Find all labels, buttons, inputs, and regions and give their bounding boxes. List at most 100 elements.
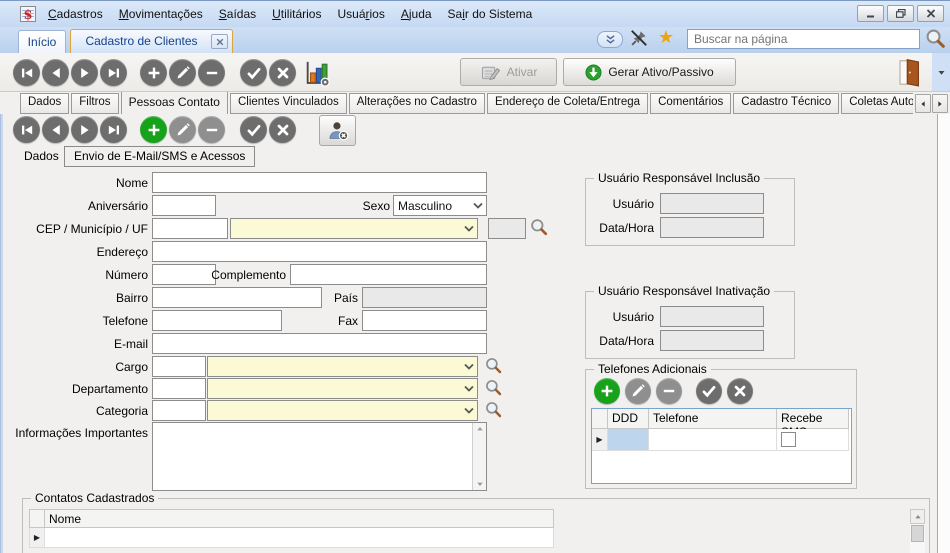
column-header-telefone[interactable]: Telefone	[649, 409, 777, 429]
fax-input[interactable]	[362, 310, 487, 331]
last-record-button[interactable]	[100, 59, 127, 86]
column-header-nome[interactable]: Nome	[45, 509, 554, 528]
phone-delete-button[interactable]	[656, 378, 682, 404]
menu-sair-do-sistema[interactable]: Sair do Sistema	[440, 7, 541, 21]
complemento-input[interactable]	[290, 264, 487, 285]
search-input[interactable]	[687, 29, 920, 49]
phone-add-button[interactable]	[594, 378, 620, 404]
contact-add-button[interactable]	[140, 116, 167, 143]
telefone-input[interactable]	[152, 310, 282, 331]
gerar-ativo-passivo-button[interactable]: Gerar Ativo/Passivo	[563, 58, 736, 86]
cell-ddd[interactable]	[608, 429, 649, 451]
inner-tab-envio-email-sms[interactable]: Envio de E-Mail/SMS e Acessos	[64, 146, 255, 167]
tab-inicio[interactable]: Início	[18, 30, 66, 53]
cancel-button[interactable]	[269, 59, 296, 86]
departamento-combo[interactable]	[207, 378, 478, 399]
toolbar-overflow-button[interactable]	[932, 53, 950, 91]
collapse-chevron-button[interactable]	[597, 31, 623, 48]
restore-button[interactable]	[887, 5, 914, 22]
departamento-code-input[interactable]	[152, 378, 206, 399]
lookup-magnifier-icon[interactable]	[529, 217, 549, 237]
add-record-button[interactable]	[140, 59, 167, 86]
tab-alteracoes-no-cadastro[interactable]: Alterações no Cadastro	[349, 93, 485, 114]
contact-delete-button[interactable]	[198, 116, 225, 143]
bairro-input[interactable]	[152, 287, 322, 308]
tab-coletas-automaticas[interactable]: Coletas Automáticas	[841, 93, 913, 114]
close-tab-icon[interactable]	[211, 34, 228, 49]
contact-last-button[interactable]	[100, 116, 127, 143]
contact-previous-button[interactable]	[42, 116, 69, 143]
menu-ajuda[interactable]: Ajuda	[393, 7, 440, 21]
unpin-icon[interactable]	[629, 28, 649, 48]
menu-movimentacoes[interactable]: Movimentações	[111, 7, 211, 21]
phone-confirm-button[interactable]	[696, 378, 722, 404]
phone-edit-button[interactable]	[625, 378, 651, 404]
column-header-ddd[interactable]: DDD	[608, 409, 649, 429]
contact-edit-button[interactable]	[169, 116, 196, 143]
categoria-combo[interactable]	[207, 400, 478, 421]
first-record-button[interactable]	[13, 59, 40, 86]
nome-input[interactable]	[152, 172, 487, 193]
tab-cadastro-de-clientes[interactable]: Cadastro de Clientes	[70, 29, 233, 53]
contact-cancel-button[interactable]	[269, 116, 296, 143]
close-button[interactable]	[917, 5, 944, 22]
phones-grid-row[interactable]: ▶	[592, 429, 851, 451]
cargo-code-input[interactable]	[152, 356, 206, 377]
dropdown-chevron-icon	[472, 200, 484, 215]
exit-door-icon[interactable]	[896, 58, 923, 87]
lookup-magnifier-icon[interactable]	[484, 356, 503, 375]
search-icon[interactable]	[924, 27, 947, 50]
inner-tab-dados[interactable]: Dados	[18, 147, 65, 167]
column-header-recebe-sms[interactable]: Recebe SMS	[777, 409, 849, 429]
contact-first-button[interactable]	[13, 116, 40, 143]
tab-comentarios[interactable]: Comentários	[650, 93, 731, 114]
contact-next-button[interactable]	[71, 116, 98, 143]
cell-telefone[interactable]	[649, 429, 777, 451]
endereco-input[interactable]	[152, 241, 487, 262]
contacts-grid-row[interactable]: ▶	[29, 528, 925, 548]
tab-pessoas-contato[interactable]: Pessoas Contato	[121, 92, 228, 114]
contacts-scrollbar[interactable]	[910, 509, 925, 553]
scroll-down-icon[interactable]	[476, 480, 484, 488]
tabstrip-scroll-left-button[interactable]	[915, 94, 931, 113]
tab-clientes-vinculados[interactable]: Clientes Vinculados	[230, 93, 347, 114]
phone-cancel-button[interactable]	[727, 378, 753, 404]
cep-input[interactable]	[152, 218, 228, 239]
remove-contact-photo-button[interactable]	[319, 115, 356, 146]
tab-endereco-de-coleta-entrega[interactable]: Endereço de Coleta/Entrega	[487, 93, 648, 114]
contacts-grid: Nome ▶	[29, 509, 925, 553]
contact-confirm-button[interactable]	[240, 116, 267, 143]
menu-cadastros[interactable]: Cadastros	[40, 7, 111, 21]
aniversario-input[interactable]	[152, 195, 216, 216]
tabstrip-scroll-right-button[interactable]	[932, 94, 948, 113]
informacoes-importantes-textarea[interactable]	[153, 423, 471, 490]
confirm-button[interactable]	[240, 59, 267, 86]
delete-record-button[interactable]	[198, 59, 225, 86]
scrollbar-thumb[interactable]	[911, 525, 924, 542]
sexo-select[interactable]: Masculino	[393, 195, 487, 216]
lookup-magnifier-icon[interactable]	[484, 378, 503, 397]
cargo-combo[interactable]	[207, 356, 478, 377]
chart-icon[interactable]	[303, 59, 331, 87]
favorite-star-icon[interactable]: ★	[655, 26, 677, 48]
minimize-button[interactable]	[857, 5, 884, 22]
cell-nome[interactable]	[45, 528, 554, 548]
tab-dados[interactable]: Dados	[20, 93, 69, 114]
menu-saidas[interactable]: Saídas	[211, 7, 264, 21]
email-input[interactable]	[152, 333, 487, 354]
scroll-up-button[interactable]	[910, 509, 925, 524]
next-record-button[interactable]	[71, 59, 98, 86]
ativar-button[interactable]: Ativar	[460, 58, 557, 86]
menu-usuarios[interactable]: Usuários	[329, 7, 392, 21]
previous-record-button[interactable]	[42, 59, 69, 86]
recebe-sms-checkbox[interactable]	[781, 432, 796, 447]
textarea-scrollbar[interactable]	[472, 423, 486, 490]
menu-utilitarios[interactable]: Utilitários	[264, 7, 329, 21]
tab-cadastro-tecnico[interactable]: Cadastro Técnico	[733, 93, 839, 114]
edit-record-button[interactable]	[169, 59, 196, 86]
scroll-up-icon[interactable]	[476, 425, 484, 433]
tab-filtros[interactable]: Filtros	[71, 93, 118, 114]
categoria-code-input[interactable]	[152, 400, 206, 421]
lookup-magnifier-icon[interactable]	[484, 400, 503, 419]
municipio-combo[interactable]	[230, 218, 478, 239]
